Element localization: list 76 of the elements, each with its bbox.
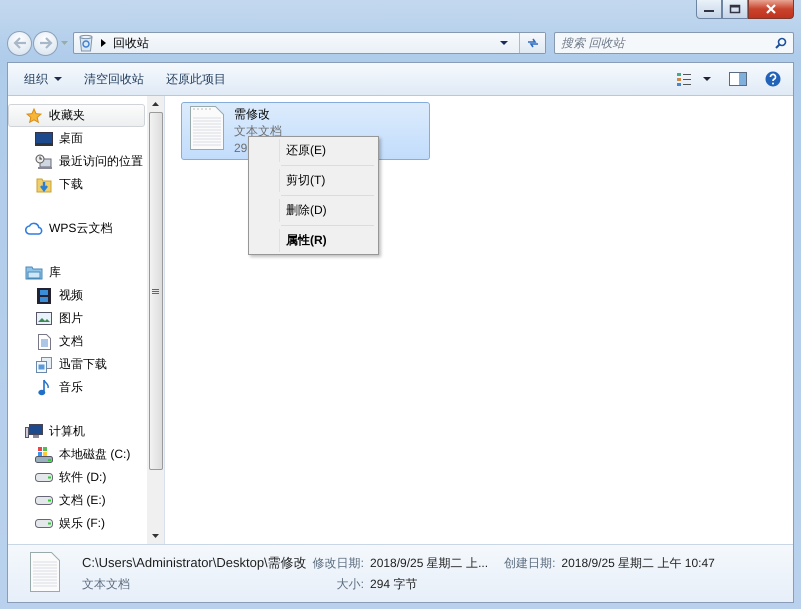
scroll-down-arrow-icon[interactable]: [152, 534, 159, 538]
back-arrow-icon: [12, 37, 26, 49]
download-folder-icon: [35, 176, 53, 194]
file-type: 文本文档: [82, 576, 131, 593]
search-field[interactable]: 搜索 回收站: [554, 32, 794, 54]
field-value: 2018/9/25 星期二 上...: [370, 554, 488, 572]
toolbar-button[interactable]: 清空回收站: [76, 66, 152, 92]
sidebar-item[interactable]: 桌面: [8, 127, 145, 150]
sidebar-item[interactable]: 最近访问的位置: [8, 150, 145, 173]
film-icon: [35, 288, 53, 304]
drive-icon: [35, 496, 53, 505]
sidebar-item[interactable]: 软件 (D:): [8, 466, 145, 489]
file-size: 29: [234, 140, 248, 157]
sidebar-item[interactable]: 收藏夹: [8, 104, 145, 127]
scrollbar-thumb[interactable]: [148, 112, 162, 470]
scroll-up-arrow-icon[interactable]: [152, 102, 159, 106]
clock-computer-icon: [35, 154, 53, 170]
refresh-icon: [526, 37, 540, 49]
document-icon: [35, 334, 53, 350]
sidebar-item[interactable]: 本地磁盘 (C:): [8, 443, 145, 466]
field-value: 2018/9/25 星期二 上午 10:47: [561, 554, 715, 572]
minimize-button[interactable]: [696, 0, 722, 19]
menu-item[interactable]: 剪切(T): [279, 169, 376, 192]
caret-icon: [54, 77, 62, 81]
text-file-icon: [30, 552, 60, 595]
field-label: 大小:: [336, 576, 364, 593]
preview-pane-icon: [729, 72, 747, 86]
field-label: 修改日期:: [312, 554, 364, 572]
sidebar-item[interactable]: 文档 (E:): [8, 489, 145, 512]
chevron-icon[interactable]: [101, 39, 106, 47]
field-value: 294 字节: [370, 576, 418, 593]
library-folder-icon: [25, 265, 43, 280]
file-name: 需修改: [234, 106, 271, 123]
address-bar[interactable]: 回收站: [73, 32, 546, 54]
forward-button[interactable]: [33, 30, 58, 56]
help-icon: [765, 71, 781, 87]
toolbar-button[interactable]: 组织: [16, 66, 70, 92]
system-drive-icon: [35, 446, 53, 462]
sidebar-item[interactable]: 娱乐 (F:): [8, 512, 145, 535]
sidebar-item[interactable]: 迅雷下载: [8, 353, 145, 376]
maximize-icon: [729, 4, 741, 14]
drive-icon: [35, 473, 53, 482]
breadcrumb[interactable]: 回收站: [113, 34, 493, 52]
forward-arrow-icon: [38, 37, 52, 49]
search-icon[interactable]: [775, 37, 787, 49]
field-label: 创建日期:: [504, 554, 556, 572]
sidebar-item[interactable]: 下载: [8, 173, 145, 196]
recycle-bin-icon: [78, 34, 94, 52]
view-list-icon: [677, 72, 711, 86]
scrollbar[interactable]: [147, 96, 164, 544]
close-button[interactable]: [748, 0, 794, 19]
sidebar-item[interactable]: 音乐: [8, 376, 145, 399]
sidebar-item[interactable]: 库: [8, 261, 145, 284]
menu-item[interactable]: 属性(R): [279, 229, 376, 252]
maximize-button[interactable]: [722, 0, 748, 19]
file-type: 文本文档: [234, 123, 282, 140]
sidebar-item[interactable]: 计算机: [8, 420, 145, 443]
sidebar-item[interactable]: WPS云文档: [8, 217, 145, 240]
sidebar-item[interactable]: 文档: [8, 330, 145, 353]
file-path: C:\Users\Administrator\Desktop\需修改: [82, 554, 307, 572]
sidebar-item[interactable]: 图片: [8, 307, 145, 330]
toolbar-button[interactable]: 还原此项目: [158, 66, 234, 92]
dropdown-caret-icon[interactable]: [500, 41, 508, 45]
monitor-icon: [35, 132, 53, 146]
cloud-icon: [25, 222, 43, 235]
back-button[interactable]: [7, 30, 32, 56]
stacked-documents-icon: [35, 356, 53, 372]
refresh-button[interactable]: [519, 33, 545, 53]
sidebar-item[interactable]: 视频: [8, 284, 145, 307]
close-icon: [764, 4, 778, 14]
menu-item[interactable]: 还原(E): [279, 139, 376, 162]
star-icon: [25, 108, 43, 124]
menu-item[interactable]: 删除(D): [279, 199, 376, 222]
computer-icon: [25, 424, 43, 439]
picture-icon: [35, 312, 53, 325]
drive-icon: [35, 519, 53, 528]
